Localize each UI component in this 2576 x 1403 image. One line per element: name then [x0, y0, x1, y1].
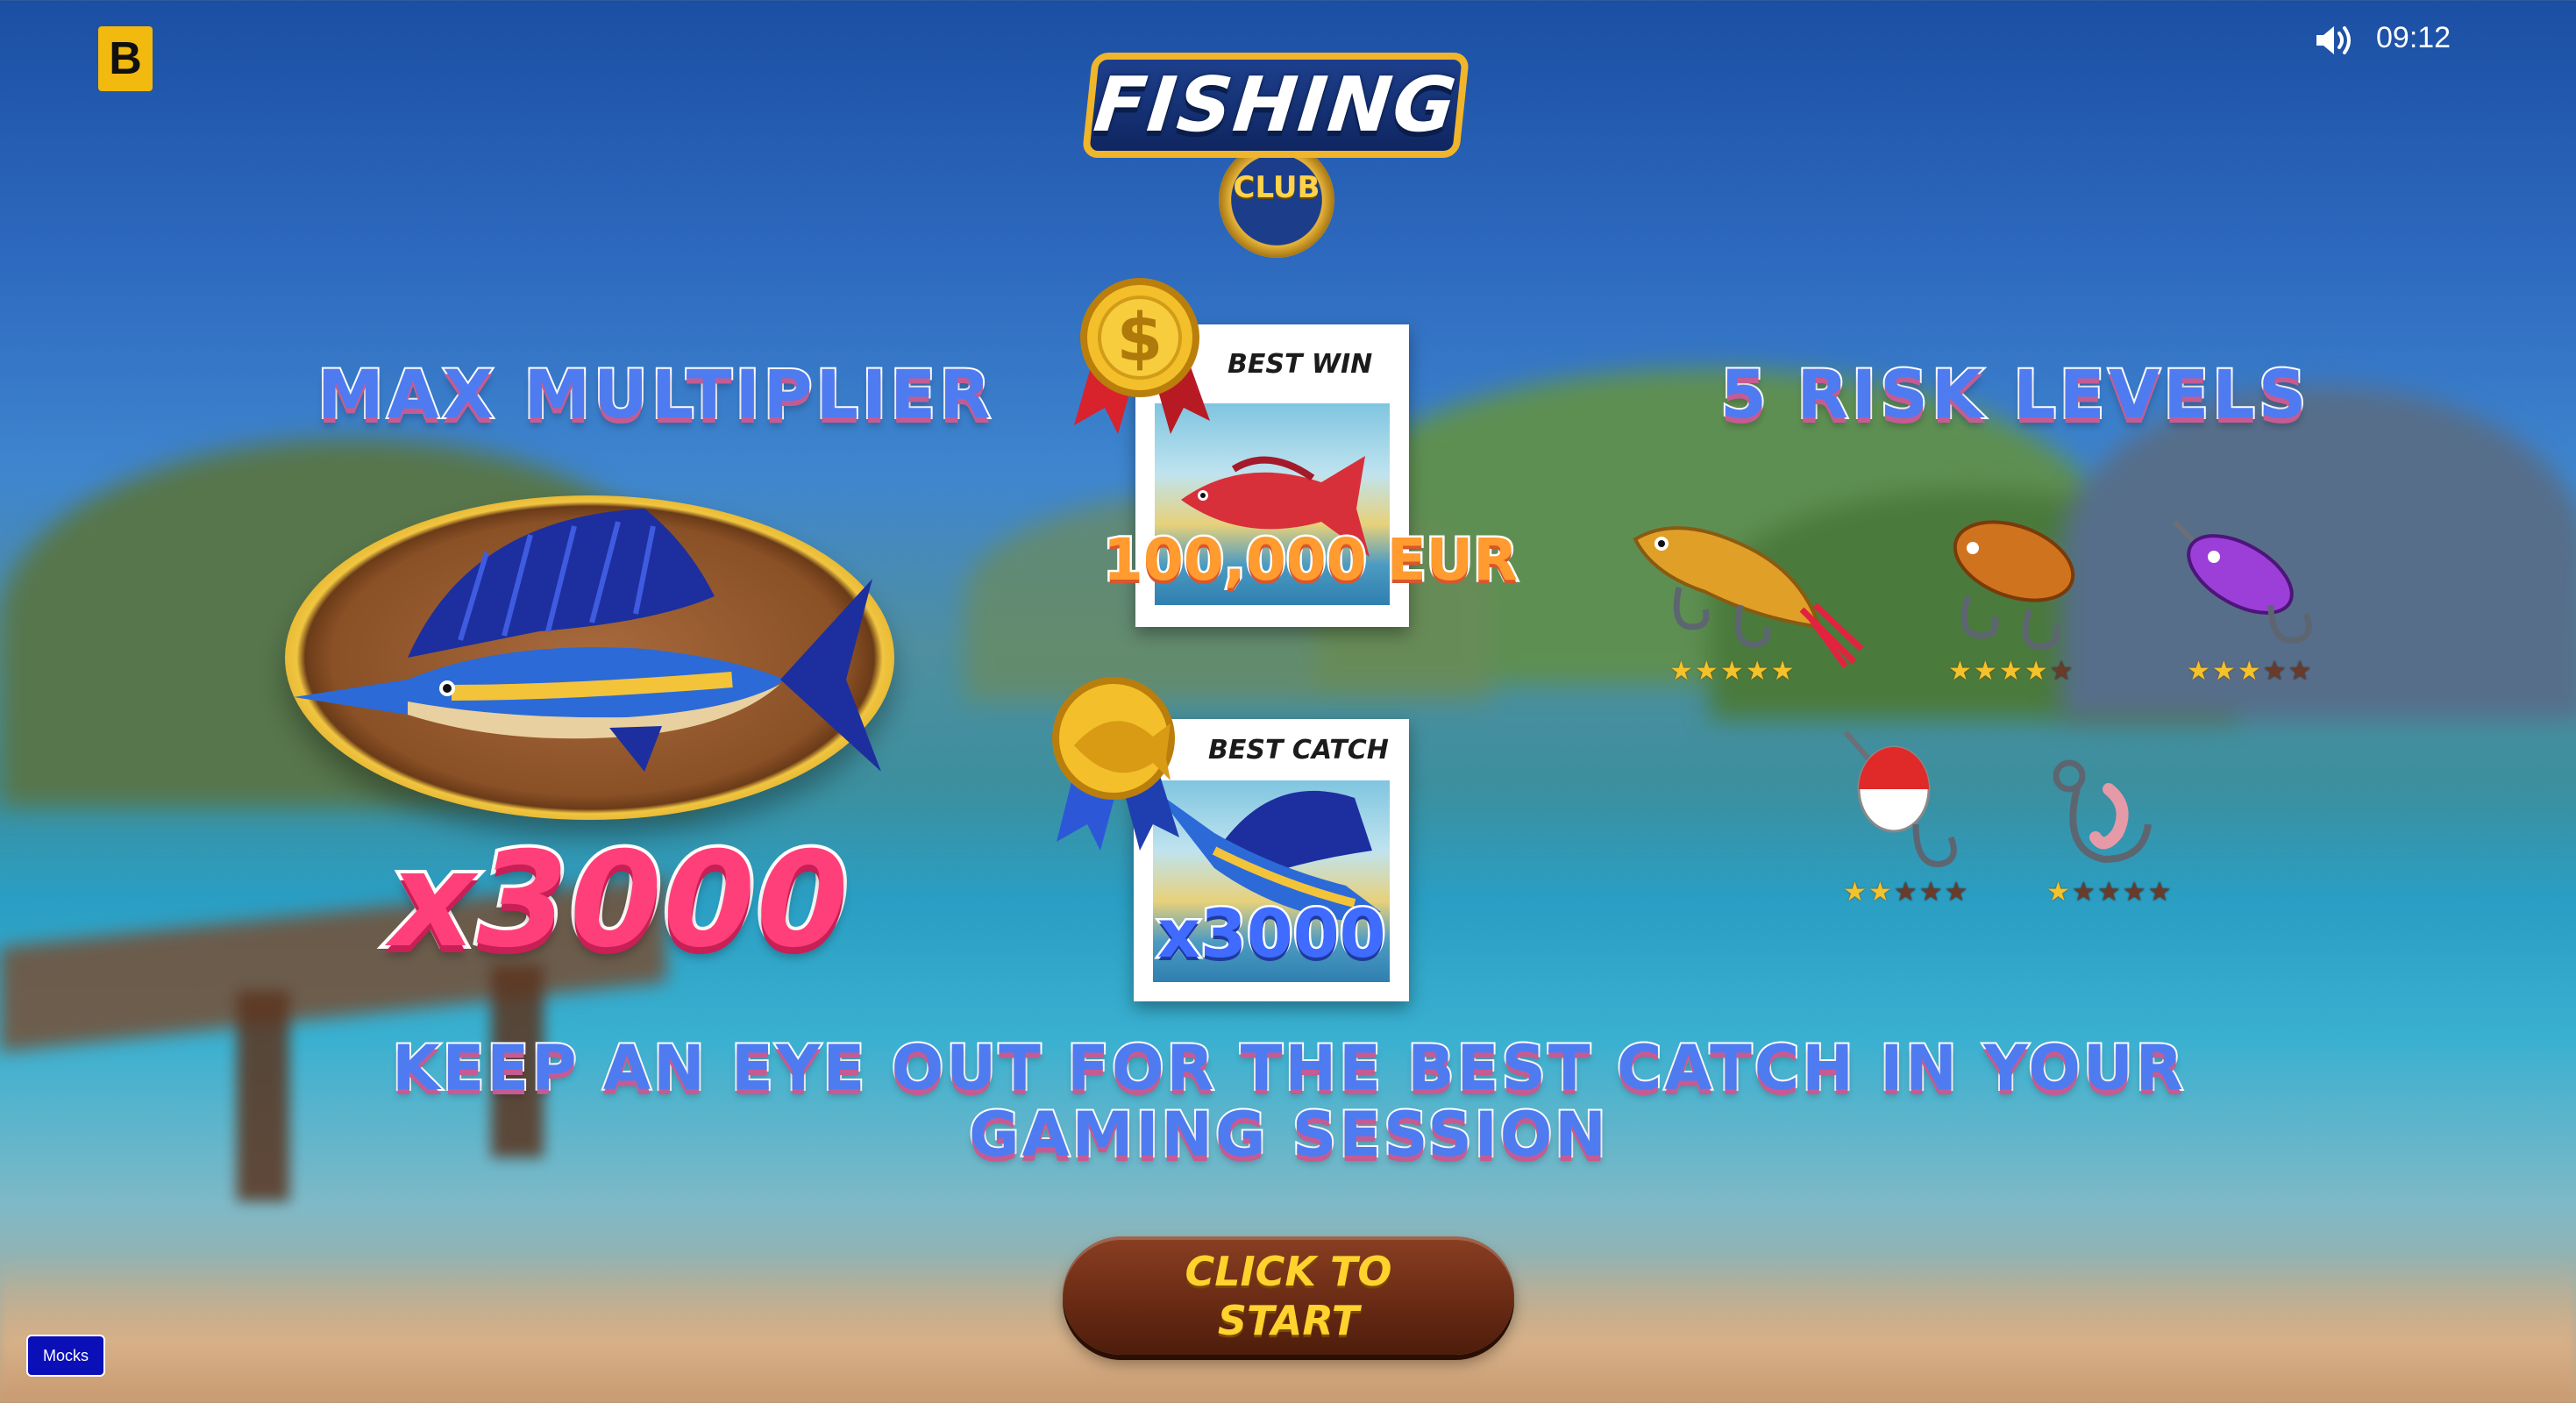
gold-fish-lure-icon [1633, 526, 1863, 669]
star-filled-icon: ★ [1745, 656, 1769, 687]
risk-level-1-stars: ★ ★ ★ ★ ★ [1669, 656, 1795, 687]
star-filled-icon: ★ [2046, 877, 2070, 908]
risk-level-3-stars: ★ ★ ★ ★ ★ [2187, 656, 2312, 687]
star-empty-icon: ★ [2262, 656, 2287, 687]
logo-banner: FISHING [1081, 53, 1470, 158]
orange-crankbait-lure-icon [1953, 520, 2075, 649]
worm-hook-icon [2053, 759, 2152, 864]
star-empty-icon: ★ [2288, 656, 2312, 687]
star-empty-icon: ★ [2122, 877, 2146, 908]
star-filled-icon: ★ [2237, 656, 2261, 687]
speaker-on-icon[interactable] [2313, 23, 2355, 58]
star-filled-icon: ★ [1973, 656, 1997, 687]
risk-level-2-stars: ★ ★ ★ ★ ★ [1948, 656, 2074, 687]
star-filled-icon: ★ [2024, 656, 2048, 687]
click-to-start-label: CLICK TO START [1185, 1247, 1392, 1344]
fish-medal-icon [1052, 677, 1179, 851]
best-win-title: BEST WIN [1228, 349, 1373, 380]
mocks-button[interactable]: Mocks [26, 1335, 105, 1377]
risk-level-5-stars: ★ ★ ★ ★ ★ [2046, 877, 2172, 908]
star-filled-icon: ★ [1868, 877, 1892, 908]
star-empty-icon: ★ [1918, 877, 1943, 908]
logo-subtitle: CLUB [1233, 170, 1320, 205]
tagline: KEEP AN EYE OUT FOR THE BEST CATCH IN YO… [390, 1032, 2186, 1171]
dollar-medal-icon: $ [1074, 278, 1210, 434]
star-empty-icon: ★ [1944, 877, 1968, 908]
star-filled-icon: ★ [2187, 656, 2210, 687]
risk-levels-heading: 5 RISK LEVELS [1719, 353, 2310, 435]
purple-lure-icon [2172, 519, 2312, 644]
best-catch-title: BEST CATCH [1208, 735, 1389, 766]
star-empty-icon: ★ [2071, 877, 2096, 908]
topbar-right: 09:12 [2313, 18, 2576, 61]
star-filled-icon: ★ [1719, 656, 1744, 687]
logo-title: FISHING [1090, 61, 1462, 149]
star-filled-icon: ★ [2211, 656, 2236, 687]
star-empty-icon: ★ [2147, 877, 2172, 908]
star-filled-icon: ★ [1770, 656, 1795, 687]
brand-logo-icon: B [98, 26, 153, 91]
best-catch-value: x3000 [1156, 893, 1389, 975]
sailfish-trophy-icon [294, 509, 881, 772]
game-logo: CLUB FISHING [1081, 44, 1470, 258]
star-empty-icon: ★ [2096, 877, 2121, 908]
bobber-icon [1843, 730, 1957, 867]
svg-text:$: $ [1117, 298, 1163, 376]
star-filled-icon: ★ [1998, 656, 2023, 687]
star-filled-icon: ★ [1843, 877, 1867, 908]
max-multiplier-heading: MAX MULTIPLIER [316, 353, 994, 435]
star-empty-icon: ★ [2049, 656, 2074, 687]
clock-time: 09:12 [2376, 21, 2451, 54]
risk-level-4-stars: ★ ★ ★ ★ ★ [1843, 877, 1968, 908]
max-multiplier-value: x3000 [387, 821, 851, 980]
star-filled-icon: ★ [1669, 656, 1693, 687]
best-win-value: 100,000 EUR [1100, 524, 1519, 596]
logo-badge: CLUB [1219, 142, 1334, 258]
star-filled-icon: ★ [1694, 656, 1719, 687]
star-empty-icon: ★ [1893, 877, 1918, 908]
star-filled-icon: ★ [1948, 656, 1972, 687]
click-to-start-button[interactable]: CLICK TO START [1063, 1236, 1514, 1355]
